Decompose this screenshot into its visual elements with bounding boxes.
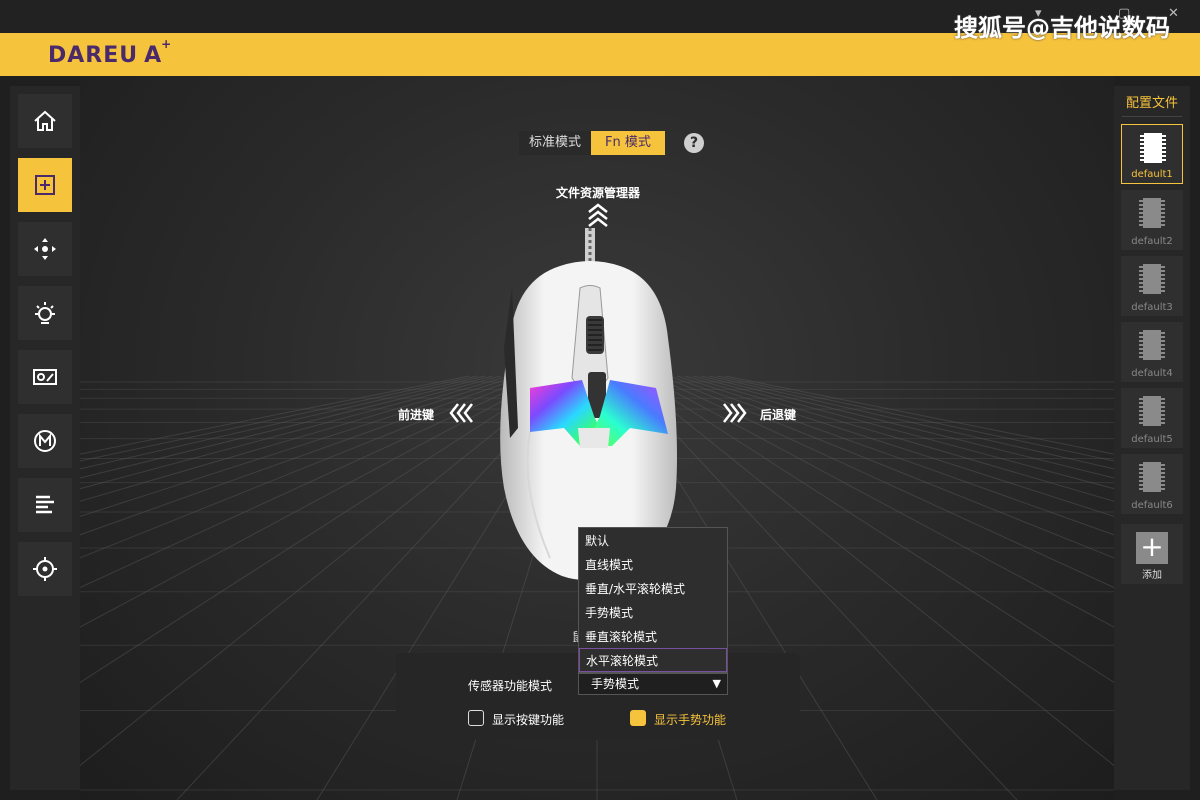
chevrons-right-icon[interactable] (722, 402, 748, 424)
dropdown-option-vertical-horizontal-scroll[interactable]: 垂直/水平滚轮模式 (579, 577, 727, 601)
brand-suffix-letter: A (144, 42, 163, 68)
dropdown-option-gesture[interactable]: 手势模式 (579, 601, 727, 625)
chevrons-up-icon[interactable] (586, 202, 610, 228)
profile-header: 配置文件 (1125, 96, 1178, 111)
dpi-move-icon (34, 238, 56, 260)
memory-chip-icon (1140, 133, 1166, 163)
profile-item-default2[interactable]: default2 (1121, 190, 1183, 250)
sidebar-item-lighting[interactable] (18, 286, 72, 340)
calibration-icon (33, 557, 57, 581)
mode-toggle: 标准模式 Fn 模式 (519, 131, 665, 155)
sidebar-item-macro[interactable] (18, 414, 72, 468)
profile-label: default6 (1131, 500, 1173, 511)
caret-down-icon: ▼ (712, 677, 721, 690)
help-icon[interactable]: ? (684, 133, 704, 153)
add-profile-button[interactable]: + 添加 (1121, 524, 1183, 584)
gesture-left-label: 前进键 (398, 408, 435, 422)
show-keys-checkbox[interactable] (468, 710, 484, 726)
fn-mode-button[interactable]: Fn 模式 (591, 131, 665, 155)
plus-icon: + (1136, 532, 1168, 564)
lighting-icon (35, 302, 55, 324)
memory-chip-icon (1139, 264, 1165, 294)
left-sidebar (10, 86, 80, 790)
macro-icon (34, 430, 56, 452)
profile-item-default6[interactable]: default6 (1121, 454, 1183, 514)
memory-chip-icon (1139, 396, 1165, 426)
chevrons-left-icon[interactable] (448, 402, 474, 424)
show-gesture-checkbox[interactable] (630, 710, 646, 726)
profile-label: default1 (1131, 169, 1173, 180)
sidebar-item-calibration[interactable] (18, 542, 72, 596)
sensor-mode-label: 传感器功能模式 (468, 679, 553, 693)
sidebar-item-dpi[interactable] (18, 222, 72, 276)
brand-name: DAREU (48, 42, 139, 68)
sidebar-item-performance[interactable] (18, 350, 72, 404)
dropdown-option-linear[interactable]: 直线模式 (579, 553, 727, 577)
show-gesture-label: 显示手势功能 (654, 713, 727, 727)
profile-item-default1[interactable]: default1 (1121, 124, 1183, 184)
dropdown-option-default[interactable]: 默认 (579, 529, 727, 553)
add-profile-label: 添加 (1142, 570, 1162, 581)
list-icon (36, 495, 54, 514)
profile-item-default5[interactable]: default5 (1121, 388, 1183, 448)
sensor-mode-dropdown: 默认 直线模式 垂直/水平滚轮模式 手势模式 垂直滚轮模式 水平滚轮模式 (578, 527, 728, 673)
dropdown-option-horizontal-scroll[interactable]: 水平滚轮模式 (579, 648, 727, 672)
key-assign-icon (35, 175, 55, 195)
profile-label: default2 (1131, 236, 1173, 247)
profile-item-default4[interactable]: default4 (1121, 322, 1183, 382)
dareu-logo: DAREU A + (48, 37, 171, 70)
sensor-mode-select[interactable]: 手势模式 ▼ (578, 673, 728, 695)
watermark: 搜狐号@吉他说数码 (954, 14, 1170, 42)
home-icon (34, 110, 56, 131)
sidebar-item-home[interactable] (18, 94, 72, 148)
dropdown-option-vertical-scroll[interactable]: 垂直滚轮模式 (579, 625, 727, 649)
sensor-mode-value: 手势模式 (591, 677, 640, 691)
profile-label: default3 (1131, 302, 1173, 313)
profile-label: default5 (1131, 434, 1173, 445)
profile-label: default4 (1131, 368, 1173, 379)
divider (1122, 116, 1182, 117)
memory-chip-icon (1139, 198, 1165, 228)
sidebar-item-list[interactable] (18, 478, 72, 532)
show-keys-label: 显示按键功能 (492, 713, 565, 727)
sidebar-item-key-assign[interactable] (18, 158, 72, 212)
standard-mode-button[interactable]: 标准模式 (519, 131, 592, 155)
memory-chip-icon (1139, 330, 1165, 360)
gesture-up-label: 文件资源管理器 (556, 186, 641, 200)
memory-chip-icon (1139, 462, 1165, 492)
gesture-right-label: 后退键 (760, 408, 797, 422)
profile-item-default3[interactable]: default3 (1121, 256, 1183, 316)
performance-icon (33, 369, 57, 385)
brand-suffix-mark: + (161, 36, 173, 51)
profile-sidebar: 配置文件 default1 default2 default3 default4… (1114, 86, 1190, 790)
brand-suffix: A + (144, 37, 171, 68)
